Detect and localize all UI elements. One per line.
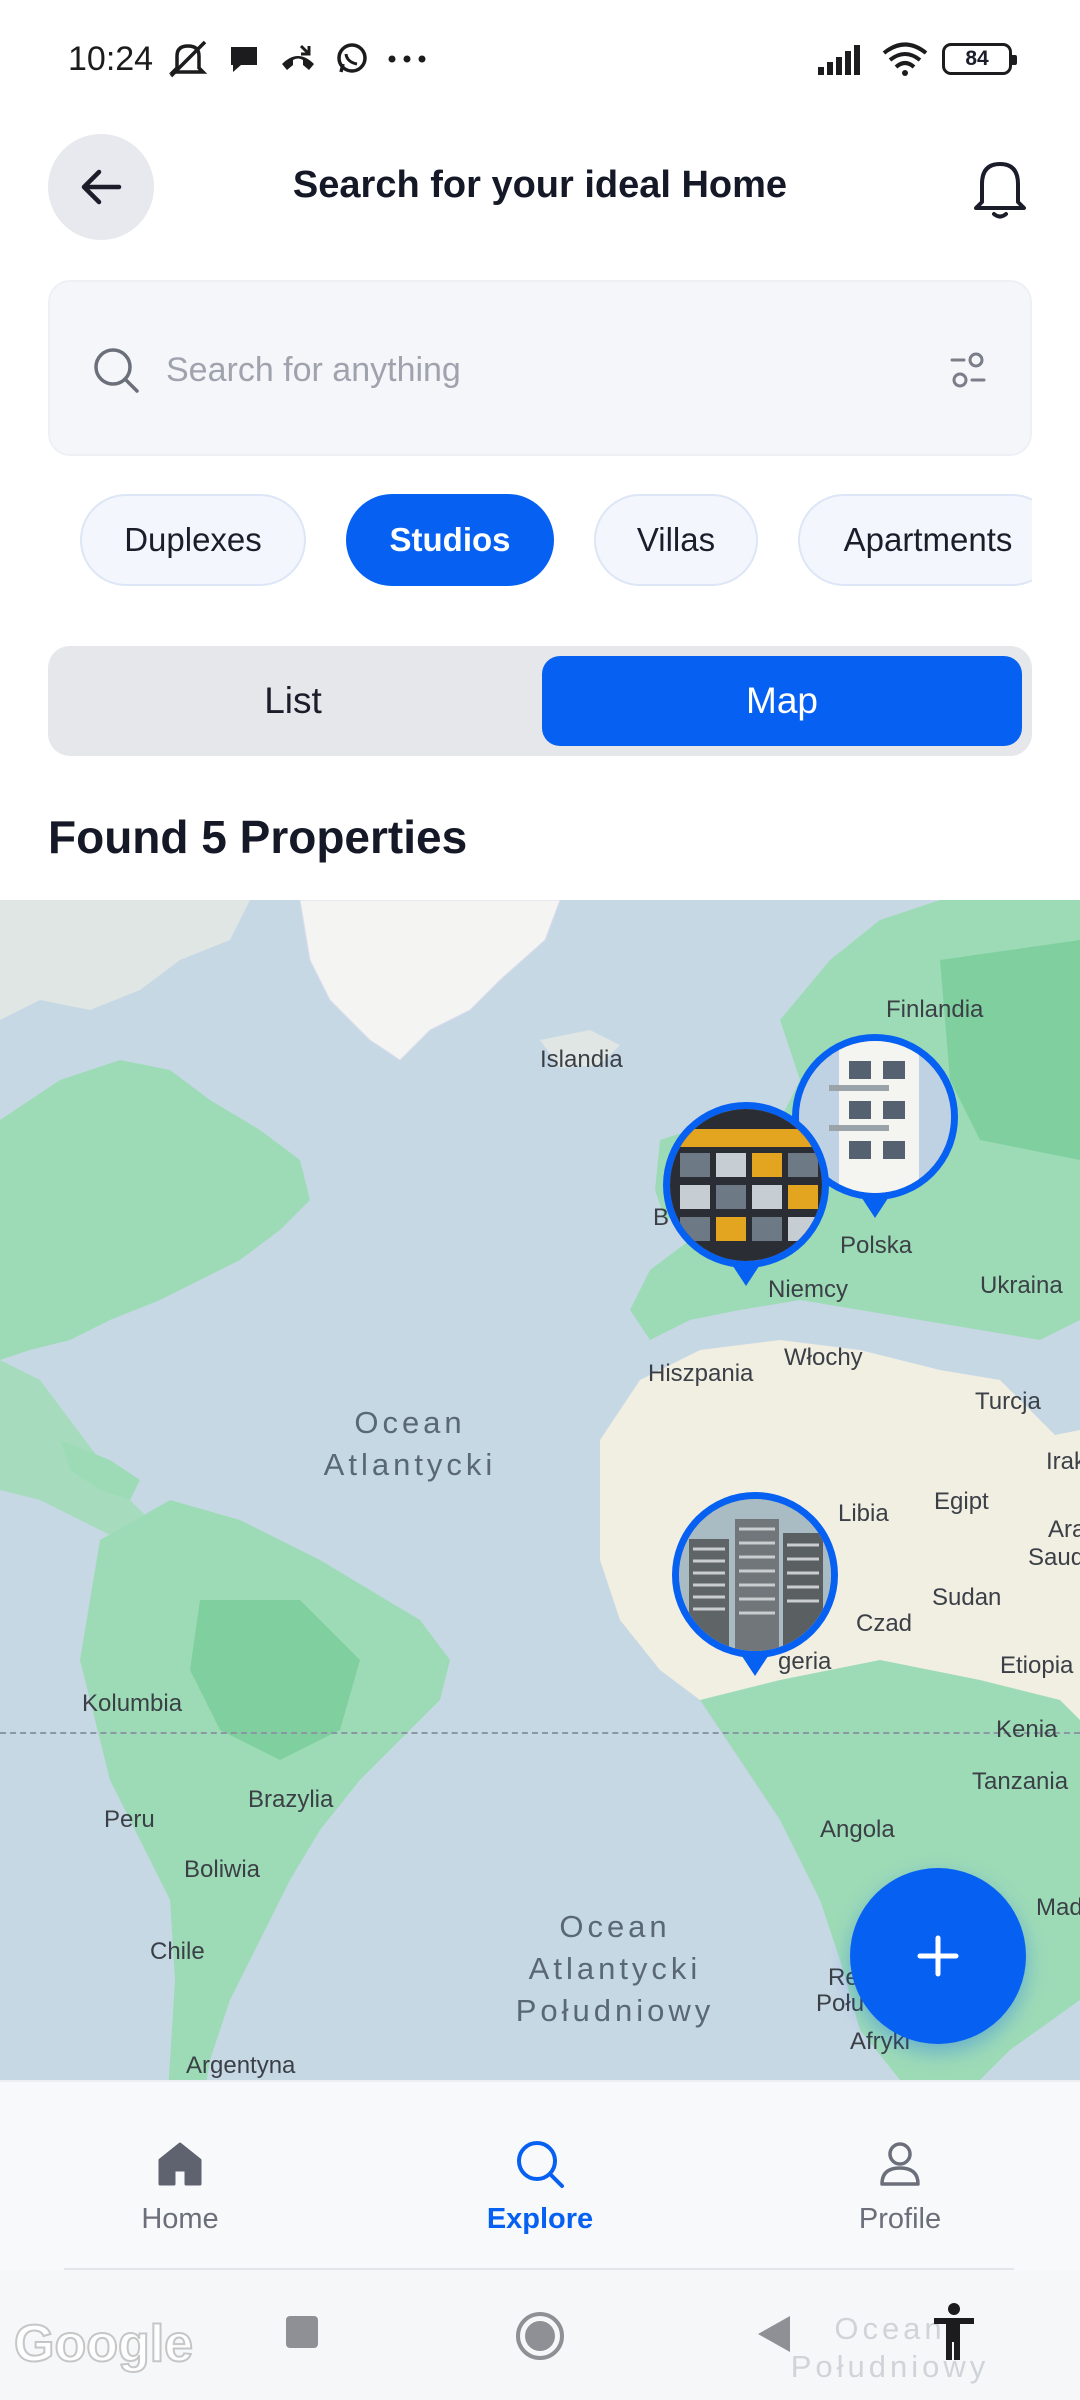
view-toggle: List Map xyxy=(48,646,1032,756)
chat-icon xyxy=(231,47,258,72)
ocean-atlantic-line1: Ocean xyxy=(354,1405,466,1440)
map-label-islandia: Islandia xyxy=(540,1046,623,1073)
chip-villas[interactable]: Villas xyxy=(594,494,758,586)
ocean-atlantic-line2: Atlantycki xyxy=(323,1447,497,1482)
map-label-saud: Saud xyxy=(1028,1544,1080,1571)
map-label-tanzania: Tanzania xyxy=(972,1768,1069,1795)
ocean-south-line3: Południowy xyxy=(515,1993,715,2028)
nav-home[interactable]: Home xyxy=(80,2138,280,2236)
bottom-nav: Home Explore Profile xyxy=(0,2080,1080,2270)
map-label-ukraina: Ukraina xyxy=(980,1272,1063,1299)
map-label-polu: Połu xyxy=(816,1990,865,2017)
ocean-south-line1: Ocean xyxy=(559,1909,671,1944)
map-label-angola: Angola xyxy=(820,1816,895,1843)
bell-icon xyxy=(974,162,1026,219)
chip-duplexes[interactable]: Duplexes xyxy=(80,494,306,586)
mute-icon xyxy=(168,40,208,78)
nav-home-label: Home xyxy=(141,2203,219,2235)
battery-icon: 84 xyxy=(942,43,1017,75)
search-icon xyxy=(94,348,139,393)
property-thumbnail xyxy=(663,1102,829,1268)
map-label-libia: Libia xyxy=(838,1500,889,1527)
chip-apartments[interactable]: Apartments xyxy=(798,494,1032,586)
map-label-argentyna: Argentyna xyxy=(186,2052,296,2079)
equator-line xyxy=(0,1732,1080,1734)
nav-profile[interactable]: Profile xyxy=(800,2138,1000,2236)
status-icons-left xyxy=(167,40,427,78)
map-label-mad: Mad xyxy=(1036,1894,1080,1921)
battery-level: 84 xyxy=(965,47,989,70)
map-label-polska: Polska xyxy=(840,1232,913,1259)
ocean-label-atlantic: Ocean Atlantycki xyxy=(300,1402,520,1486)
add-property-button[interactable] xyxy=(850,1868,1026,2044)
chip-studios[interactable]: Studios xyxy=(346,494,554,586)
status-time: 10:24 xyxy=(68,39,154,78)
accessibility-icon[interactable] xyxy=(930,2302,978,2364)
filter-icon[interactable] xyxy=(948,350,988,390)
page-title: Search for your ideal Home xyxy=(292,164,788,206)
signal-icon xyxy=(818,45,860,75)
recents-icon[interactable] xyxy=(284,2314,320,2350)
header: Search for your ideal Home xyxy=(0,134,1080,242)
map-label-peru: Peru xyxy=(104,1806,155,1833)
home-icon xyxy=(158,2142,202,2186)
map-label-egipt: Egipt xyxy=(934,1488,989,1515)
search-icon xyxy=(517,2141,564,2188)
map-label-kolumbia: Kolumbia xyxy=(82,1690,183,1717)
status-bar: 10:24 84 xyxy=(0,0,1080,118)
call-icon xyxy=(282,44,315,70)
results-title: Found 5 Properties xyxy=(48,811,468,863)
map-label-brazylia: Brazylia xyxy=(248,1786,334,1813)
category-chips: Duplexes Studios Villas Apartments xyxy=(80,494,1032,588)
map-label-finlandia: Finlandia xyxy=(886,996,984,1023)
home-circle-icon[interactable] xyxy=(514,2310,566,2362)
map-tab[interactable]: Map xyxy=(542,656,1022,746)
nav-explore-label: Explore xyxy=(486,2203,594,2235)
whatsapp-icon xyxy=(337,43,367,73)
map-label-boliwia: Boliwia xyxy=(184,1856,261,1883)
notification-button[interactable] xyxy=(964,152,1036,224)
system-nav: Google Ocean Południowy xyxy=(0,2270,1080,2400)
property-thumbnail xyxy=(672,1492,838,1658)
property-pin[interactable] xyxy=(672,1492,838,1682)
more-icon xyxy=(388,55,426,63)
search-input[interactable] xyxy=(166,340,926,400)
map-label-wlochy: Włochy xyxy=(784,1344,863,1371)
map-label-ara: Ara xyxy=(1048,1516,1080,1543)
map-label-chile: Chile xyxy=(150,1938,205,1965)
status-icons-right: 84 xyxy=(818,42,1017,76)
plus-icon xyxy=(917,1935,959,1977)
google-attribution: Google xyxy=(13,2314,194,2374)
map-label-turcja: Turcja xyxy=(975,1388,1041,1415)
map-label-czad: Czad xyxy=(856,1610,913,1637)
list-tab[interactable]: List xyxy=(58,656,528,746)
map-label-hiszpania: Hiszpania xyxy=(648,1360,754,1387)
map-label-kenia: Kenia xyxy=(996,1716,1058,1743)
map-label-sudan: Sudan xyxy=(932,1584,1002,1611)
profile-icon xyxy=(880,2142,920,2186)
nav-explore[interactable]: Explore xyxy=(440,2138,640,2236)
ocean-label-south-atlantic: Ocean Atlantycki Południowy xyxy=(490,1906,740,2032)
search-box[interactable] xyxy=(48,280,1032,456)
map-label-etiopia: Etiopia xyxy=(1000,1652,1074,1679)
map-label-irak: Irak xyxy=(1046,1448,1080,1475)
wifi-icon xyxy=(882,42,928,76)
ocean-south-line2: Atlantycki xyxy=(528,1951,702,1986)
nav-profile-label: Profile xyxy=(858,2203,942,2235)
property-pin[interactable] xyxy=(663,1102,829,1292)
